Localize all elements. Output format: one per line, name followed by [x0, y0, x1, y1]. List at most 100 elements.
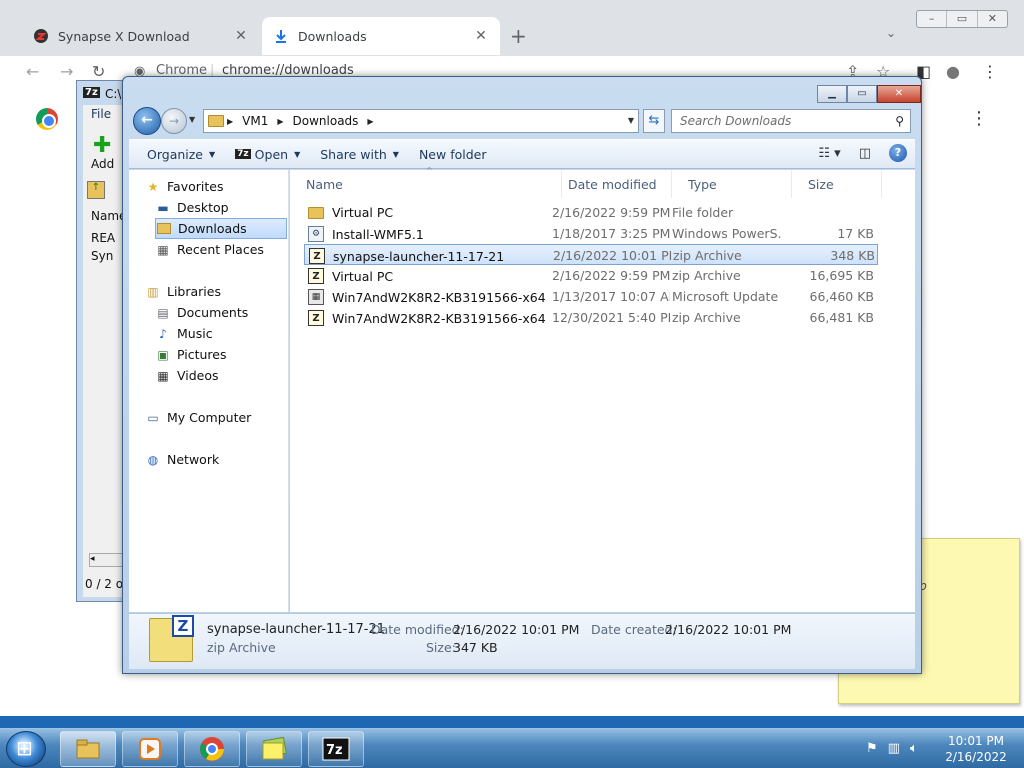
add-plus-icon[interactable]: ✚ [93, 133, 111, 158]
taskbar: 7z ⚑ ▥ 🔈︎ 10:01 PM 2/16/2022 [0, 728, 1024, 768]
file-row[interactable]: ▦ Win7AndW2K8R2-KB3191566-x64 1/13/2017 1… [304, 286, 878, 307]
column-header-size[interactable]: Size [792, 170, 882, 198]
sevenzip-icon: 7z [235, 149, 251, 159]
nav-music[interactable]: ♪ Music [155, 323, 287, 344]
file-list: Name ^ Date modified Type Size Virtual PC… [290, 166, 915, 612]
share-with-button[interactable]: Share with ▼ [310, 147, 409, 162]
breadcrumb-arrow-icon[interactable]: ▶ [224, 117, 236, 126]
zip-archive-large-icon: Z [149, 615, 194, 662]
details-date-created-label: Date created: [591, 622, 677, 637]
music-icon: ♪ [159, 326, 167, 341]
change-view-icon[interactable]: ☷ ▾ [818, 146, 840, 161]
nav-downloads[interactable]: Downloads [155, 218, 287, 239]
open-button[interactable]: 7z Open ▼ [225, 147, 310, 162]
help-icon[interactable]: ? [889, 144, 907, 162]
taskbar-explorer-button[interactable] [60, 731, 116, 767]
breadcrumb-arrow-icon[interactable]: ▶ [274, 117, 286, 126]
minimize-button[interactable]: – [917, 11, 948, 27]
back-arrow-icon[interactable]: ← [26, 62, 39, 81]
nav-libraries[interactable]: ▥ Libraries [145, 281, 305, 302]
breadcrumb-downloads[interactable]: Downloads [287, 114, 365, 128]
nav-pictures[interactable]: ▣ Pictures [155, 344, 287, 365]
file-row-selected[interactable]: Zsynapse-launcher-11-17-21 2/16/2022 10:… [304, 244, 878, 265]
taskbar-sticky-notes-button[interactable] [246, 731, 302, 767]
new-folder-button[interactable]: New folder [409, 147, 497, 162]
details-file-type: zip Archive [207, 640, 276, 655]
taskbar-media-player-button[interactable] [122, 731, 178, 767]
address-dropdown-icon[interactable]: ▼ [628, 116, 634, 125]
nav-my-computer[interactable]: ▭ My Computer [145, 407, 305, 428]
breadcrumb-vm1[interactable]: VM1 [236, 114, 274, 128]
details-date-modified-label: Date modified: [371, 622, 464, 637]
file-row[interactable]: Virtual PC 2/16/2022 9:59 PM File folder [304, 202, 878, 223]
sort-arrow-icon: ^ [426, 166, 433, 175]
recent-pages-dropdown-icon[interactable]: ▼ [189, 115, 195, 124]
clock[interactable]: 10:01 PM 2/16/2022 [940, 733, 1012, 765]
refresh-button[interactable]: ⇆ [643, 109, 665, 133]
search-icon: ⚲ [895, 114, 904, 128]
maximize-button[interactable]: ▭ [847, 85, 877, 103]
column-header-date[interactable]: Date modified [552, 170, 672, 198]
update-package-icon: ▦ [308, 289, 324, 305]
tab-downloads[interactable]: Downloads ✕ [262, 17, 500, 55]
command-bar: Organize ▼ 7z Open ▼ Share with ▼ New folder… [129, 139, 915, 169]
address-bar[interactable]: ▶ VM1 ▶ Downloads ▶ ▼ [203, 109, 639, 133]
taskbar-7zip-button[interactable]: 7z [308, 731, 364, 767]
nav-favorites[interactable]: ★ Favorites [145, 176, 305, 197]
organize-button[interactable]: Organize ▼ [137, 147, 225, 162]
downloads-more-icon[interactable]: ⋮ [970, 108, 988, 129]
folder-icon [208, 115, 224, 127]
file-row[interactable]: Z Virtual PC 2/16/2022 9:59 PM zip Archiv… [304, 265, 878, 286]
zip-archive-icon: Z [308, 310, 324, 326]
forward-arrow-icon[interactable]: → [60, 62, 73, 81]
action-center-flag-icon[interactable]: ⚑ [866, 741, 878, 756]
zip-archive-icon: Z [309, 248, 325, 264]
maximize-button[interactable]: ▭ [947, 11, 978, 27]
sevenzip-app-icon: 7z [322, 737, 350, 761]
downloads-folder-icon [156, 222, 172, 236]
nav-desktop[interactable]: ▬ Desktop [155, 197, 287, 218]
tab-synapse[interactable]: Synapse X Download ✕ [22, 17, 260, 55]
navigation-pane: ★ Favorites ▬ Desktop Downloads ▦ Recent Pl… [129, 170, 289, 612]
column-header-name[interactable]: Name ^ [290, 166, 562, 198]
nav-documents[interactable]: ▤ Documents [155, 302, 287, 323]
start-button[interactable] [6, 731, 46, 767]
nav-network[interactable]: ◍ Network [145, 449, 305, 470]
minimize-button[interactable]: ▁ [817, 85, 847, 103]
clock-time: 10:01 PM [948, 734, 1004, 748]
nav-videos[interactable]: ▦ Videos [155, 365, 287, 386]
tab-search-icon[interactable]: ⌄ [886, 26, 896, 40]
preview-pane-icon[interactable]: ◫ [859, 146, 871, 161]
folder-up-icon[interactable]: ↑ [87, 181, 105, 199]
reload-icon[interactable]: ↻ [92, 62, 105, 81]
nav-recent-places[interactable]: ▦ Recent Places [155, 239, 287, 260]
sevenzip-title: C:\ [105, 87, 122, 101]
navigation-bar: ← → ▼ ▶ VM1 ▶ Downloads ▶ ▼ ⇆ Search Dow… [131, 107, 915, 135]
profile-avatar-icon[interactable]: ● [946, 62, 960, 81]
network-tray-icon[interactable]: ▥ [888, 741, 900, 756]
taskbar-chrome-button[interactable] [184, 731, 240, 767]
tab-close-icon[interactable]: ✕ [472, 28, 490, 44]
new-tab-button[interactable]: + [510, 24, 527, 48]
sevenzip-menu-file[interactable]: File [91, 107, 111, 121]
chrome-menu-icon[interactable]: ⋮ [982, 62, 998, 81]
libraries-icon: ▥ [147, 284, 159, 299]
back-button[interactable]: ← [133, 107, 161, 135]
system-tray: ⚑ ▥ 🔈︎ [866, 741, 918, 756]
close-button[interactable]: ✕ [877, 85, 921, 103]
close-button[interactable]: ✕ [978, 11, 1007, 27]
file-row[interactable]: ⚙ Install-WMF5.1 1/18/2017 3:25 PM Window… [304, 223, 878, 244]
forward-button[interactable]: → [161, 108, 187, 134]
sevenzip-row-readme[interactable]: REA [91, 231, 115, 245]
sevenzip-row-synapse[interactable]: Syn [91, 249, 113, 263]
breadcrumb-arrow-icon[interactable]: ▶ [364, 117, 376, 126]
videos-icon: ▦ [157, 368, 169, 383]
recent-places-icon: ▦ [157, 242, 169, 257]
column-header-type[interactable]: Type [672, 170, 792, 198]
file-row[interactable]: Z Win7AndW2K8R2-KB3191566-x64 12/30/2021 … [304, 307, 878, 328]
svg-text:7z: 7z [326, 743, 343, 758]
search-input[interactable]: Search Downloads ⚲ [671, 109, 911, 133]
chevron-down-icon: ▼ [209, 149, 216, 159]
volume-icon[interactable]: 🔈︎ [910, 741, 918, 756]
tab-close-icon[interactable]: ✕ [232, 28, 250, 44]
